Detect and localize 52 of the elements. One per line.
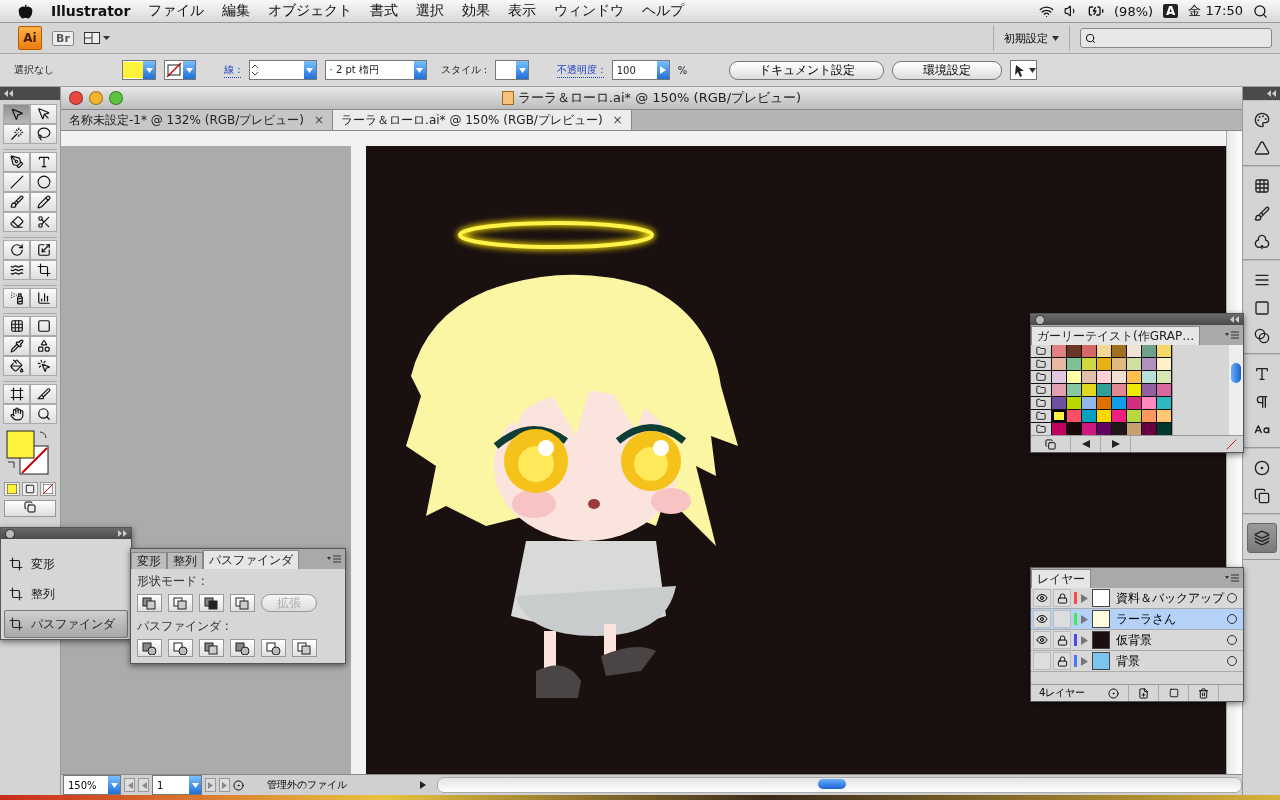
layer-name: 仮背景 — [1116, 631, 1153, 649]
layer-count: 4レイヤー — [1038, 686, 1087, 700]
zoom-field[interactable]: 150% — [63, 775, 121, 795]
layer-name: 背景 — [1116, 652, 1141, 670]
menu-item[interactable]: ウィンドウ — [554, 2, 625, 20]
app-logo[interactable]: Ai — [18, 26, 42, 50]
menu-item[interactable]: ヘルプ — [642, 2, 685, 20]
settings-button[interactable]: ドキュメント設定 — [729, 60, 885, 80]
document-tab[interactable]: 名称未設定-1* @ 132% (RGB/プレビュー) × — [61, 110, 334, 130]
panel-dock-item[interactable]: 整列 — [4, 580, 128, 608]
bridge-button[interactable]: Br — [52, 30, 74, 46]
opacity-field[interactable]: 100 — [611, 60, 670, 80]
app-menu[interactable]: Illustrator — [51, 3, 131, 19]
input-mode-indicator[interactable]: A — [1163, 4, 1179, 18]
menu-item[interactable]: オブジェクト — [268, 2, 353, 20]
menu-item[interactable]: 編集 — [222, 2, 251, 20]
selection-status: 選択なし — [14, 63, 54, 77]
close-icon[interactable]: × — [612, 113, 623, 127]
section-label: 形状モード : — [136, 573, 206, 590]
layer-name: ラーラさん — [1116, 610, 1177, 628]
file-status[interactable]: 管理外のファイル — [247, 778, 417, 792]
settings-button[interactable]: 環境設定 — [892, 60, 1003, 80]
clock: 金 17:50 — [1188, 2, 1243, 20]
layer-row[interactable]: 背景 — [1031, 651, 1243, 672]
panel-tab[interactable]: 整列 — [167, 552, 203, 569]
panel-tab[interactable]: パスファインダ — [203, 550, 299, 569]
panel-tab[interactable]: ガーリーテイスト(作GRAP… — [1031, 326, 1201, 345]
menu-item[interactable]: 表示 — [508, 2, 537, 20]
style-label: スタイル : — [440, 63, 488, 77]
opacity-link[interactable]: 不透明度 : — [557, 62, 604, 78]
layer-row[interactable]: ラーラさん — [1031, 609, 1243, 630]
percent-sign: % — [677, 64, 688, 76]
window-title: ラーラ＆ローロ.ai* @ 150% (RGB/プレビュー) — [517, 89, 802, 107]
panel-tab[interactable]: レイヤー — [1031, 569, 1091, 588]
layer-row[interactable]: 資料＆バックアップ — [1031, 588, 1243, 609]
brush-dropdown[interactable]: · 2 pt 楕円 — [324, 60, 427, 80]
menu-item[interactable]: 選択 — [416, 2, 445, 20]
menu-item[interactable]: ファイル — [148, 2, 205, 20]
stroke-link[interactable]: 線 : — [224, 62, 241, 78]
panel-tab[interactable]: 変形 — [131, 552, 167, 569]
menu-item[interactable]: 書式 — [370, 2, 399, 20]
workspace-dropdown[interactable]: 初期設定 — [993, 25, 1070, 51]
layer-name: 資料＆バックアップ — [1116, 589, 1226, 607]
panel-dock-item[interactable]: パスファインダ — [4, 610, 128, 638]
menu-item[interactable]: 効果 — [462, 2, 491, 20]
close-icon[interactable]: × — [314, 113, 325, 127]
section-label: パスファインダ : — [136, 618, 230, 635]
page-field[interactable]: 1 — [152, 775, 202, 795]
battery-percent: (98%) — [1114, 3, 1154, 19]
layer-row[interactable]: 仮背景 — [1031, 630, 1243, 651]
document-tab[interactable]: ラーラ＆ローロ.ai* @ 150% (RGB/プレビュー) × — [333, 110, 632, 130]
panel-dock-item[interactable]: 変形 — [4, 550, 128, 578]
